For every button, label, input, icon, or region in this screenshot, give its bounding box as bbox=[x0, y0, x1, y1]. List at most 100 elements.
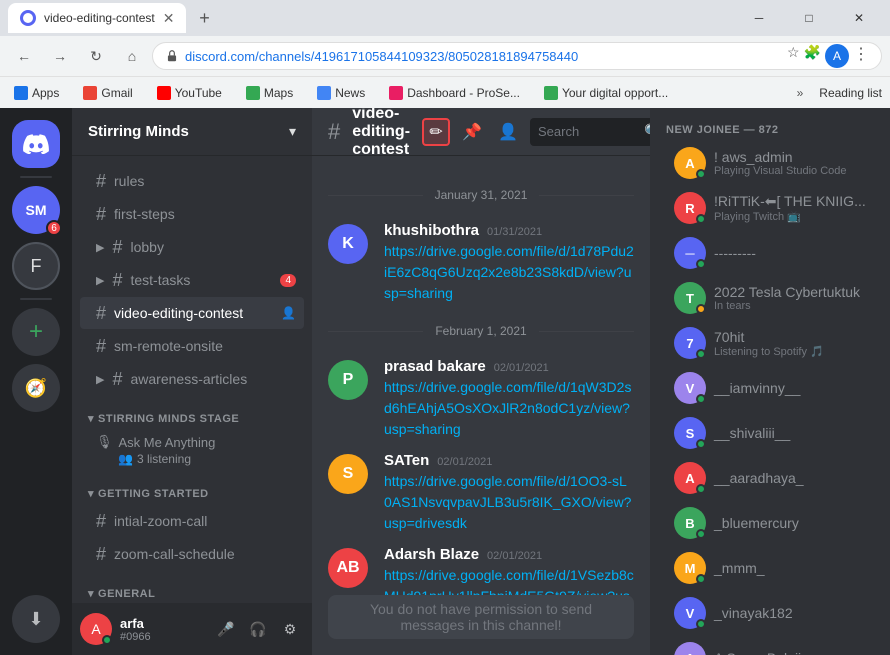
channel-name-intial-zoom: intial-zoom-call bbox=[114, 513, 207, 529]
date-divider-jan31: January 31, 2021 bbox=[312, 180, 650, 210]
more-menu-icon[interactable]: ⋮ bbox=[853, 44, 869, 68]
message-body: SATen 02/01/2021 https://drive.google.co… bbox=[384, 452, 634, 534]
window-controls: ─ □ ✕ bbox=[736, 0, 882, 36]
expand-icon: ▶ bbox=[96, 274, 104, 287]
more-bookmarks-button[interactable]: » bbox=[797, 86, 804, 100]
minimize-button[interactable]: ─ bbox=[736, 0, 782, 36]
member-item[interactable]: V _vinayak182 bbox=[658, 591, 882, 635]
forward-button[interactable]: → bbox=[44, 40, 76, 72]
user-status-indicator bbox=[102, 635, 112, 645]
download-icon-btn[interactable]: ⬇ bbox=[12, 595, 60, 643]
user-settings-button[interactable]: ⚙ bbox=[276, 615, 304, 643]
deafen-button[interactable]: 🎧 bbox=[244, 615, 272, 643]
explore-servers-button[interactable]: 🧭 bbox=[12, 364, 60, 412]
channel-item-awareness[interactable]: ▶ # awareness-articles bbox=[80, 363, 304, 395]
user-discriminator: #0966 bbox=[120, 631, 204, 643]
member-item[interactable]: A __aaradhaya_ bbox=[658, 456, 882, 500]
new-tab-button[interactable]: + bbox=[190, 4, 218, 32]
bookmark-digital-label: Your digital opport... bbox=[562, 86, 668, 100]
bookmark-maps[interactable]: Maps bbox=[240, 84, 299, 102]
member-item[interactable]: A A Surya Balaji bbox=[658, 636, 882, 655]
star-icon[interactable]: ☆ bbox=[787, 44, 800, 68]
message-link[interactable]: https://drive.google.com/file/d/1VSezb8c… bbox=[384, 567, 634, 595]
navigation-bar: ← → ↻ ⌂ discord.com/channels/41961710584… bbox=[0, 36, 890, 76]
bookmark-dashboard[interactable]: Dashboard - ProSe... bbox=[383, 84, 526, 102]
stage-icon: 🎙 bbox=[96, 434, 113, 450]
lock-icon bbox=[165, 49, 179, 63]
channel-hash-icon: # bbox=[96, 204, 106, 225]
search-input[interactable] bbox=[538, 124, 638, 139]
server-icon-discord[interactable] bbox=[12, 120, 60, 168]
channel-item-ask-me-anything[interactable]: 🎙 Ask Me Anything 👥 3 listening bbox=[80, 430, 304, 470]
bookmark-news[interactable]: News bbox=[311, 84, 371, 102]
channel-item-test-tasks[interactable]: ▶ # test-tasks 4 bbox=[80, 264, 304, 296]
search-box[interactable]: 🔍 bbox=[530, 118, 650, 146]
channel-header: # video-editing-contest ✏ 📌 👤 🔍 📥 ❓ bbox=[312, 108, 650, 156]
bookmark-apps[interactable]: Apps bbox=[8, 84, 65, 102]
pin-button[interactable]: 📌 bbox=[458, 118, 486, 146]
message-link[interactable]: https://drive.google.com/file/d/1d78Pdu2… bbox=[384, 243, 634, 301]
member-name: 70hit bbox=[714, 329, 874, 345]
tab-close-button[interactable]: ✕ bbox=[163, 10, 175, 27]
channel-item-intial-zoom[interactable]: # intial-zoom-call bbox=[80, 505, 304, 537]
channel-item-sm-remote[interactable]: # sm-remote-onsite bbox=[80, 330, 304, 362]
reading-list-label: Reading list bbox=[819, 86, 882, 100]
maps-favicon bbox=[246, 86, 260, 100]
section-general[interactable]: ▾ GENERAL bbox=[72, 571, 312, 603]
maximize-button[interactable]: □ bbox=[786, 0, 832, 36]
member-item[interactable]: 7 70hit Listening to Spotify 🎵 bbox=[658, 321, 882, 365]
channel-item-zoom-schedule[interactable]: # zoom-call-schedule bbox=[80, 538, 304, 570]
bookmark-gmail[interactable]: Gmail bbox=[77, 84, 138, 102]
member-item[interactable]: R !RiTTiK-⬅[ THE KNIIG... Playing Twitch… bbox=[658, 186, 882, 230]
extensions-icon[interactable]: 🧩 bbox=[804, 44, 821, 68]
add-server-button[interactable]: + bbox=[12, 308, 60, 356]
member-item[interactable]: S __shivaliii__ bbox=[658, 411, 882, 455]
active-tab[interactable]: video-editing-contest ✕ bbox=[8, 3, 186, 33]
channel-name-rules: rules bbox=[114, 173, 144, 189]
date-label: January 31, 2021 bbox=[423, 188, 540, 202]
mute-button[interactable]: 🎤 bbox=[212, 615, 240, 643]
members-button[interactable]: 👤 bbox=[494, 118, 522, 146]
channel-item-video-editing[interactable]: # video-editing-contest 👤 bbox=[80, 297, 304, 329]
refresh-button[interactable]: ↻ bbox=[80, 40, 112, 72]
back-button[interactable]: ← bbox=[8, 40, 40, 72]
channel-item-rules[interactable]: # rules bbox=[80, 165, 304, 197]
member-item[interactable]: V __iamvinny__ bbox=[658, 366, 882, 410]
server-name-header[interactable]: Stirring Minds ▾ bbox=[72, 108, 312, 156]
message-body: prasad bakare 02/01/2021 https://drive.g… bbox=[384, 358, 634, 440]
section-stirring-minds-stage[interactable]: ▾ STIRRING MINDS STAGE bbox=[72, 396, 312, 429]
message-link[interactable]: https://drive.google.com/file/d/1qW3D2sd… bbox=[384, 379, 631, 437]
reading-list-button[interactable]: Reading list bbox=[819, 86, 882, 100]
home-button[interactable]: ⌂ bbox=[116, 40, 148, 72]
member-info: _bluemercury bbox=[714, 515, 874, 531]
section-expand-icon: ▾ bbox=[88, 412, 94, 425]
member-item[interactable]: T 2022 Tesla Cybertuktuk In tears bbox=[658, 276, 882, 320]
input-area: You do not have permission to send messa… bbox=[312, 595, 650, 655]
header-icons: ✏ 📌 👤 🔍 📥 ❓ bbox=[422, 118, 650, 146]
bookmark-digital[interactable]: Your digital opport... bbox=[538, 84, 674, 102]
server-icon-sm[interactable]: SM 6 bbox=[12, 186, 60, 234]
member-info: 70hit Listening to Spotify 🎵 bbox=[714, 329, 874, 358]
channel-item-lobby[interactable]: ▶ # lobby bbox=[80, 231, 304, 263]
close-button[interactable]: ✕ bbox=[836, 0, 882, 36]
channel-item-first-steps[interactable]: # first-steps bbox=[80, 198, 304, 230]
message-link[interactable]: https://drive.google.com/file/d/1OO3-sL0… bbox=[384, 473, 631, 531]
address-bar[interactable]: discord.com/channels/419617105844109323/… bbox=[152, 42, 882, 70]
server-icon-f[interactable]: F bbox=[12, 242, 60, 290]
profile-icon[interactable]: A bbox=[825, 44, 849, 68]
member-item[interactable]: B _bluemercury bbox=[658, 501, 882, 545]
member-item[interactable]: ─ --------- bbox=[658, 231, 882, 275]
member-avatar: V bbox=[674, 372, 706, 404]
test-tasks-badge: 4 bbox=[280, 274, 296, 287]
stage-listeners: 👥 3 listening bbox=[96, 452, 296, 466]
message-prasad-bakare: P prasad bakare 02/01/2021 https://drive… bbox=[312, 354, 650, 444]
tab-favicon bbox=[20, 10, 36, 26]
member-item[interactable]: M _mmm_ bbox=[658, 546, 882, 590]
member-avatar: 7 bbox=[674, 327, 706, 359]
member-avatar: ─ bbox=[674, 237, 706, 269]
channel-header-name: video-editing-contest bbox=[352, 108, 410, 159]
edit-channel-button[interactable]: ✏ bbox=[422, 118, 450, 146]
bookmark-youtube[interactable]: YouTube bbox=[151, 84, 228, 102]
member-item[interactable]: A ! aws_admin Playing Visual Studio Code bbox=[658, 141, 882, 185]
section-getting-started[interactable]: ▾ GETTING STARTED bbox=[72, 471, 312, 504]
